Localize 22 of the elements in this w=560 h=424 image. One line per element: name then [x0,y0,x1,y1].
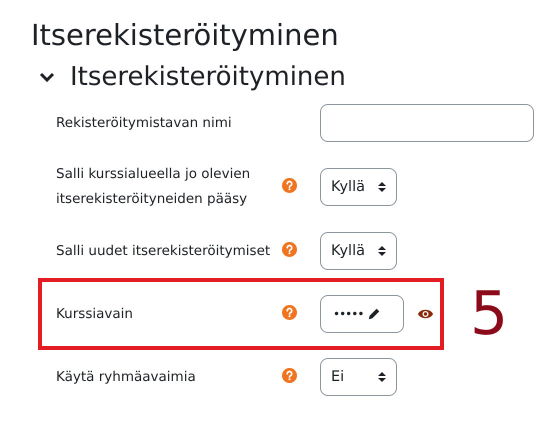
field-label: Salli kurssialueella jo olevien itserekisteröityneiden pääsy [56,165,252,209]
password-field[interactable]: ••••• [320,295,404,333]
field-label: Rekisteröitymistavan nimi [56,114,233,132]
select-dropdown[interactable]: Kyllä [320,232,397,270]
name-input-field[interactable] [320,104,534,142]
help-icon[interactable] [282,368,297,382]
field-label: Kurssiavain [56,304,134,324]
sort-caret-icon [378,245,386,257]
field-label: Käytä ryhmäavaimia [56,368,197,386]
select-dropdown[interactable]: Ei [320,358,397,396]
sort-caret-icon [378,181,386,193]
section-heading: Itserekisteröityminen [70,61,346,94]
page-title: Itserekisteröityminen [31,17,339,54]
help-icon[interactable] [282,242,297,256]
help-icon[interactable] [282,304,297,320]
sort-caret-icon [378,371,386,383]
field-label: Salli uudet itserekisteröitymiset [56,242,272,260]
help-icon[interactable] [282,178,297,192]
callout-number: 5 [470,284,508,344]
pencil-icon[interactable] [367,307,382,321]
eye-icon[interactable] [417,308,434,320]
select-dropdown[interactable]: Kyllä [320,168,397,206]
